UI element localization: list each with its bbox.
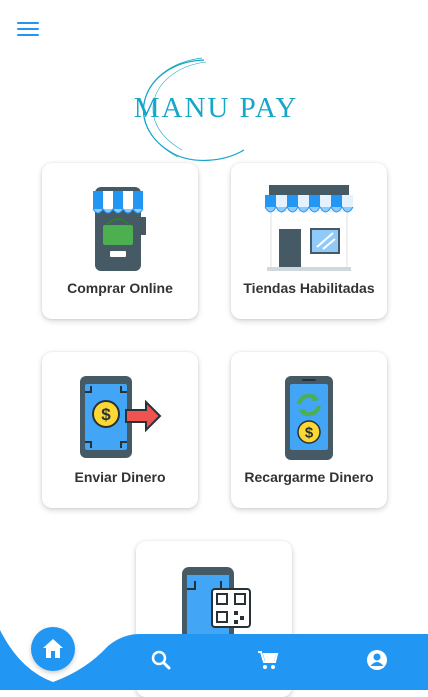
card-recargarme-dinero[interactable]: $ Recargarme Dinero [231, 352, 387, 508]
card-label: Comprar Online [67, 280, 173, 296]
card-comprar-online[interactable]: Comprar Online [42, 163, 198, 319]
svg-text:$: $ [101, 405, 111, 424]
search-icon[interactable] [149, 648, 173, 672]
logo-text: MANU PAY [133, 92, 299, 124]
card-label: Tiendas Habilitadas [243, 280, 375, 296]
mobile-shop-icon [92, 187, 146, 271]
card-label: Recargarme Dinero [244, 469, 374, 485]
card-enviar-dinero[interactable]: $ Enviar Dinero [42, 352, 198, 508]
home-icon [43, 639, 63, 658]
cart-icon[interactable] [256, 648, 280, 672]
card-label: Enviar Dinero [74, 469, 166, 485]
store-front-icon [264, 185, 354, 271]
hamburger-menu-icon[interactable] [16, 18, 40, 38]
card-tiendas-habilitadas[interactable]: Tiendas Habilitadas [231, 163, 387, 319]
app-logo: MANU PAY [124, 54, 308, 164]
account-icon[interactable] [365, 648, 389, 672]
home-button[interactable] [31, 627, 75, 671]
recharge-phone-icon: $ [285, 376, 333, 460]
svg-text:$: $ [305, 425, 314, 442]
send-money-phone-icon: $ [80, 376, 162, 458]
